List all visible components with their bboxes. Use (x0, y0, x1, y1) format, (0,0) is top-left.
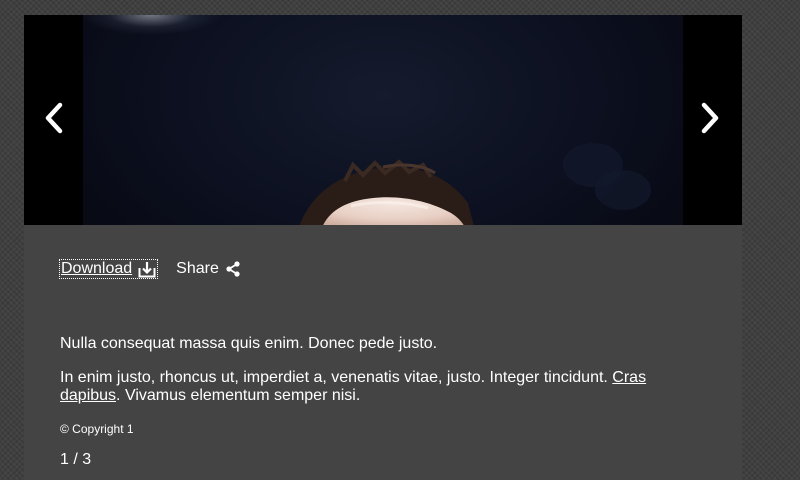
caption-paragraph-2: In enim justo, rhoncus ut, imperdiet a, … (60, 369, 700, 405)
lightbox-viewer: Download Share Nulla consequat massa qui… (24, 15, 742, 480)
caption-paragraph-1: Nulla consequat massa quis enim. Donec p… (60, 335, 438, 352)
chevron-left-icon (42, 102, 66, 139)
next-image-button[interactable] (690, 100, 730, 140)
counter-separator: / (73, 451, 78, 468)
caption-paragraph-2-tail: . Vivamus elementum semper nisi. (116, 387, 361, 404)
counter-total: 3 (82, 451, 92, 468)
photo-portrait-graphic (299, 143, 651, 225)
action-bar: Download Share (58, 259, 241, 279)
image-caption: Nulla consequat massa quis enim. Donec p… (60, 335, 700, 421)
image-counter: 1 / 3 (60, 451, 91, 469)
share-icon (225, 261, 241, 277)
share-button[interactable]: Share (176, 260, 241, 278)
copyright-notice: © Copyright 1 (60, 422, 134, 436)
previous-image-button[interactable] (34, 100, 74, 140)
caption-paragraph-2-text: In enim justo, rhoncus ut, imperdiet a, … (60, 369, 613, 386)
download-button[interactable]: Download (58, 259, 159, 279)
download-label: Download (61, 260, 133, 277)
caption-panel: Download Share Nulla consequat massa qui… (24, 225, 742, 480)
image-stage (24, 15, 742, 225)
gallery-photo (83, 15, 683, 225)
download-icon (138, 261, 156, 278)
counter-current: 1 (60, 451, 69, 468)
share-label: Share (176, 260, 219, 277)
chevron-right-icon (698, 102, 722, 139)
